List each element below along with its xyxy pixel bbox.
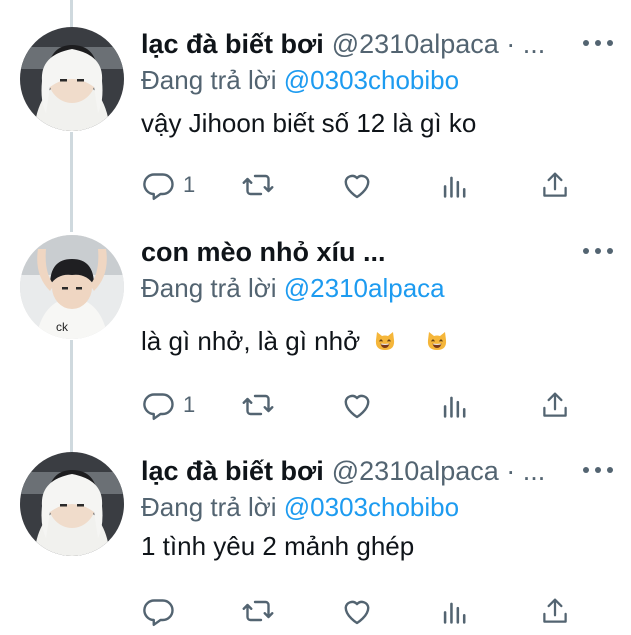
reply-button[interactable]: 1 — [141, 167, 195, 203]
share-button[interactable] — [538, 593, 572, 629]
retweet-button[interactable] — [239, 167, 277, 203]
like-button[interactable] — [339, 593, 375, 629]
avatar-photo — [20, 27, 124, 131]
replying-prefix: Đang trả lời — [141, 492, 284, 522]
tweet-text: vậy Jihoon biết số 12 là gì ko — [141, 108, 477, 138]
grinning-cat-emoji — [427, 332, 446, 350]
like-button[interactable] — [339, 387, 375, 423]
mention-link[interactable]: @0303chobibo — [284, 492, 459, 522]
replying-prefix: Đang trả lời — [141, 273, 284, 303]
share-button[interactable] — [538, 167, 572, 203]
analytics-icon — [443, 396, 466, 418]
more-icon[interactable] — [583, 239, 613, 263]
user-handle[interactable]: @2310alpaca · ... — [332, 29, 546, 60]
mention-link[interactable]: @2310alpaca — [284, 273, 445, 303]
views-button[interactable] — [438, 387, 472, 423]
retweet-button[interactable] — [239, 593, 277, 629]
avatar[interactable] — [20, 452, 124, 556]
tweet[interactable]: ck con mèo nhỏ xíu ... Đang trả lời @231… — [0, 218, 631, 440]
action-bar — [141, 593, 581, 633]
svg-text:ck: ck — [56, 320, 69, 334]
timeline: lạc đà biết bơi @2310alpaca · ... Đang t… — [0, 0, 631, 635]
analytics-icon — [443, 602, 466, 624]
share-icon — [543, 172, 567, 197]
views-button[interactable] — [438, 593, 472, 629]
user-handle[interactable]: @2310alpaca · ... — [332, 456, 546, 487]
retweet-icon — [242, 600, 274, 622]
tweet[interactable]: lạc đà biết bơi @2310alpaca · ... Đang t… — [0, 0, 631, 218]
tweet-text: là gì nhở, là gì nhở — [141, 326, 361, 356]
tweet[interactable]: lạc đà biết bơi @2310alpaca · ... Đang t… — [0, 440, 631, 635]
retweet-icon — [242, 174, 274, 196]
retweet-button[interactable] — [239, 387, 277, 423]
replying-prefix: Đang trả lời — [141, 65, 284, 95]
mention-link[interactable]: @0303chobibo — [284, 65, 459, 95]
reply-button[interactable]: 1 — [141, 387, 195, 423]
display-name[interactable]: lạc đà biết bơi — [141, 29, 324, 60]
display-name[interactable]: con mèo nhỏ xíu ... — [141, 237, 386, 268]
replying-to: Đang trả lời @0303chobibo — [141, 492, 613, 523]
grinning-cat-emoji — [376, 332, 395, 350]
share-icon — [543, 392, 567, 417]
more-icon[interactable] — [583, 458, 613, 482]
avatar[interactable]: ck — [20, 235, 124, 339]
reply-button[interactable] — [141, 593, 183, 629]
action-bar: 1 — [141, 387, 581, 427]
reply-icon — [143, 173, 174, 200]
more-icon[interactable] — [583, 31, 613, 55]
replying-to: Đang trả lời @2310alpaca — [141, 273, 613, 304]
heart-icon — [344, 600, 370, 625]
reply-count: 1 — [183, 392, 196, 417]
avatar-photo: ck — [20, 235, 124, 339]
views-button[interactable] — [438, 167, 472, 203]
analytics-icon — [443, 176, 466, 198]
tweet-text: 1 tình yêu 2 mảnh ghép — [141, 531, 415, 561]
avatar-photo — [20, 452, 124, 556]
share-icon — [543, 598, 567, 623]
heart-icon — [344, 174, 370, 199]
tweet-header: lạc đà biết bơi @2310alpaca · ... — [141, 456, 613, 490]
reply-icon — [143, 393, 174, 420]
reply-count: 1 — [183, 172, 196, 197]
action-bar: 1 — [141, 167, 581, 207]
tweet-header: lạc đà biết bơi @2310alpaca · ... — [141, 29, 613, 63]
retweet-icon — [242, 394, 274, 416]
tweet-header: con mèo nhỏ xíu ... — [141, 237, 613, 271]
like-button[interactable] — [339, 167, 375, 203]
tweet-text-row: là gì nhở, là gì nhở — [141, 326, 613, 357]
replying-to: Đang trả lời @0303chobibo — [141, 65, 613, 96]
reply-icon — [143, 599, 174, 626]
display-name[interactable]: lạc đà biết bơi — [141, 456, 324, 487]
share-button[interactable] — [538, 387, 572, 423]
heart-icon — [344, 394, 370, 419]
avatar[interactable] — [20, 27, 124, 131]
